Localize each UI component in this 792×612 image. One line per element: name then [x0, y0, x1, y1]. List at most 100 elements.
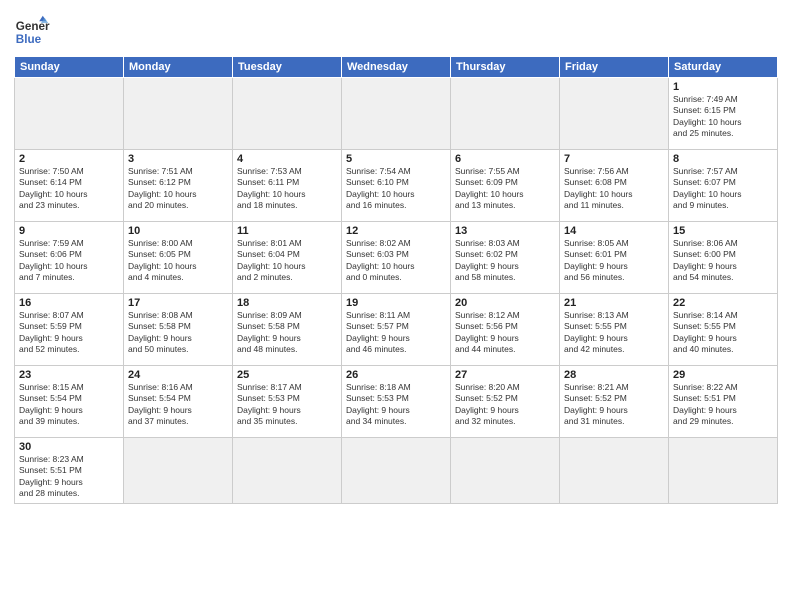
day-number: 21 [564, 297, 664, 309]
day-info: Sunrise: 8:00 AM Sunset: 6:05 PM Dayligh… [128, 238, 228, 284]
calendar-cell [560, 78, 669, 150]
day-info: Sunrise: 7:50 AM Sunset: 6:14 PM Dayligh… [19, 166, 119, 212]
day-info: Sunrise: 8:01 AM Sunset: 6:04 PM Dayligh… [237, 238, 337, 284]
day-info: Sunrise: 8:15 AM Sunset: 5:54 PM Dayligh… [19, 382, 119, 428]
header: General Blue [14, 10, 778, 50]
day-number: 11 [237, 225, 337, 237]
day-info: Sunrise: 8:18 AM Sunset: 5:53 PM Dayligh… [346, 382, 446, 428]
calendar-cell: 21Sunrise: 8:13 AM Sunset: 5:55 PM Dayli… [560, 294, 669, 366]
day-info: Sunrise: 8:06 AM Sunset: 6:00 PM Dayligh… [673, 238, 773, 284]
day-number: 14 [564, 225, 664, 237]
calendar-cell: 27Sunrise: 8:20 AM Sunset: 5:52 PM Dayli… [451, 366, 560, 438]
calendar-cell: 24Sunrise: 8:16 AM Sunset: 5:54 PM Dayli… [124, 366, 233, 438]
day-info: Sunrise: 8:08 AM Sunset: 5:58 PM Dayligh… [128, 310, 228, 356]
day-info: Sunrise: 8:16 AM Sunset: 5:54 PM Dayligh… [128, 382, 228, 428]
day-info: Sunrise: 7:53 AM Sunset: 6:11 PM Dayligh… [237, 166, 337, 212]
day-info: Sunrise: 8:21 AM Sunset: 5:52 PM Dayligh… [564, 382, 664, 428]
calendar-cell [124, 438, 233, 504]
page: General Blue SundayMondayTuesdayWednesda… [0, 0, 792, 612]
day-info: Sunrise: 7:59 AM Sunset: 6:06 PM Dayligh… [19, 238, 119, 284]
calendar-cell: 14Sunrise: 8:05 AM Sunset: 6:01 PM Dayli… [560, 222, 669, 294]
calendar-cell [342, 78, 451, 150]
day-number: 30 [19, 441, 119, 453]
day-number: 26 [346, 369, 446, 381]
day-number: 4 [237, 153, 337, 165]
day-info: Sunrise: 8:09 AM Sunset: 5:58 PM Dayligh… [237, 310, 337, 356]
day-info: Sunrise: 8:23 AM Sunset: 5:51 PM Dayligh… [19, 454, 119, 500]
calendar-cell [451, 438, 560, 504]
day-info: Sunrise: 7:55 AM Sunset: 6:09 PM Dayligh… [455, 166, 555, 212]
calendar-cell [451, 78, 560, 150]
day-number: 25 [237, 369, 337, 381]
calendar-cell [342, 438, 451, 504]
day-info: Sunrise: 8:14 AM Sunset: 5:55 PM Dayligh… [673, 310, 773, 356]
day-info: Sunrise: 7:56 AM Sunset: 6:08 PM Dayligh… [564, 166, 664, 212]
calendar-week-row: 30Sunrise: 8:23 AM Sunset: 5:51 PM Dayli… [15, 438, 778, 504]
calendar-header-wednesday: Wednesday [342, 57, 451, 78]
day-number: 10 [128, 225, 228, 237]
calendar-cell: 12Sunrise: 8:02 AM Sunset: 6:03 PM Dayli… [342, 222, 451, 294]
calendar-header-sunday: Sunday [15, 57, 124, 78]
logo: General Blue [14, 14, 50, 50]
day-number: 12 [346, 225, 446, 237]
calendar-week-row: 16Sunrise: 8:07 AM Sunset: 5:59 PM Dayli… [15, 294, 778, 366]
calendar-table: SundayMondayTuesdayWednesdayThursdayFrid… [14, 56, 778, 504]
day-info: Sunrise: 8:05 AM Sunset: 6:01 PM Dayligh… [564, 238, 664, 284]
calendar-cell: 8Sunrise: 7:57 AM Sunset: 6:07 PM Daylig… [669, 150, 778, 222]
calendar-cell: 13Sunrise: 8:03 AM Sunset: 6:02 PM Dayli… [451, 222, 560, 294]
calendar-cell: 23Sunrise: 8:15 AM Sunset: 5:54 PM Dayli… [15, 366, 124, 438]
calendar-cell [124, 78, 233, 150]
day-number: 6 [455, 153, 555, 165]
calendar-cell [669, 438, 778, 504]
calendar-cell: 25Sunrise: 8:17 AM Sunset: 5:53 PM Dayli… [233, 366, 342, 438]
day-number: 8 [673, 153, 773, 165]
calendar-cell: 19Sunrise: 8:11 AM Sunset: 5:57 PM Dayli… [342, 294, 451, 366]
day-number: 5 [346, 153, 446, 165]
day-number: 28 [564, 369, 664, 381]
calendar-header-saturday: Saturday [669, 57, 778, 78]
calendar-cell: 5Sunrise: 7:54 AM Sunset: 6:10 PM Daylig… [342, 150, 451, 222]
day-number: 22 [673, 297, 773, 309]
calendar-cell: 20Sunrise: 8:12 AM Sunset: 5:56 PM Dayli… [451, 294, 560, 366]
day-number: 23 [19, 369, 119, 381]
day-info: Sunrise: 7:51 AM Sunset: 6:12 PM Dayligh… [128, 166, 228, 212]
calendar-cell [233, 78, 342, 150]
day-info: Sunrise: 7:49 AM Sunset: 6:15 PM Dayligh… [673, 94, 773, 140]
calendar-cell: 28Sunrise: 8:21 AM Sunset: 5:52 PM Dayli… [560, 366, 669, 438]
day-number: 20 [455, 297, 555, 309]
day-info: Sunrise: 7:54 AM Sunset: 6:10 PM Dayligh… [346, 166, 446, 212]
day-number: 17 [128, 297, 228, 309]
calendar-cell [233, 438, 342, 504]
calendar-header-friday: Friday [560, 57, 669, 78]
calendar-cell: 29Sunrise: 8:22 AM Sunset: 5:51 PM Dayli… [669, 366, 778, 438]
svg-text:Blue: Blue [16, 33, 42, 46]
day-number: 7 [564, 153, 664, 165]
calendar-cell: 2Sunrise: 7:50 AM Sunset: 6:14 PM Daylig… [15, 150, 124, 222]
calendar-cell: 26Sunrise: 8:18 AM Sunset: 5:53 PM Dayli… [342, 366, 451, 438]
day-number: 29 [673, 369, 773, 381]
day-number: 1 [673, 81, 773, 93]
calendar-week-row: 1Sunrise: 7:49 AM Sunset: 6:15 PM Daylig… [15, 78, 778, 150]
day-number: 24 [128, 369, 228, 381]
calendar-cell: 11Sunrise: 8:01 AM Sunset: 6:04 PM Dayli… [233, 222, 342, 294]
day-info: Sunrise: 8:12 AM Sunset: 5:56 PM Dayligh… [455, 310, 555, 356]
day-number: 15 [673, 225, 773, 237]
day-number: 19 [346, 297, 446, 309]
calendar-cell: 22Sunrise: 8:14 AM Sunset: 5:55 PM Dayli… [669, 294, 778, 366]
calendar-week-row: 2Sunrise: 7:50 AM Sunset: 6:14 PM Daylig… [15, 150, 778, 222]
day-number: 2 [19, 153, 119, 165]
day-info: Sunrise: 7:57 AM Sunset: 6:07 PM Dayligh… [673, 166, 773, 212]
calendar-week-row: 23Sunrise: 8:15 AM Sunset: 5:54 PM Dayli… [15, 366, 778, 438]
calendar-week-row: 9Sunrise: 7:59 AM Sunset: 6:06 PM Daylig… [15, 222, 778, 294]
day-number: 16 [19, 297, 119, 309]
calendar-cell: 3Sunrise: 7:51 AM Sunset: 6:12 PM Daylig… [124, 150, 233, 222]
calendar-cell: 4Sunrise: 7:53 AM Sunset: 6:11 PM Daylig… [233, 150, 342, 222]
day-number: 27 [455, 369, 555, 381]
day-info: Sunrise: 8:11 AM Sunset: 5:57 PM Dayligh… [346, 310, 446, 356]
day-info: Sunrise: 8:02 AM Sunset: 6:03 PM Dayligh… [346, 238, 446, 284]
day-number: 13 [455, 225, 555, 237]
calendar-cell: 7Sunrise: 7:56 AM Sunset: 6:08 PM Daylig… [560, 150, 669, 222]
calendar-cell: 15Sunrise: 8:06 AM Sunset: 6:00 PM Dayli… [669, 222, 778, 294]
calendar-cell: 1Sunrise: 7:49 AM Sunset: 6:15 PM Daylig… [669, 78, 778, 150]
calendar-header-thursday: Thursday [451, 57, 560, 78]
